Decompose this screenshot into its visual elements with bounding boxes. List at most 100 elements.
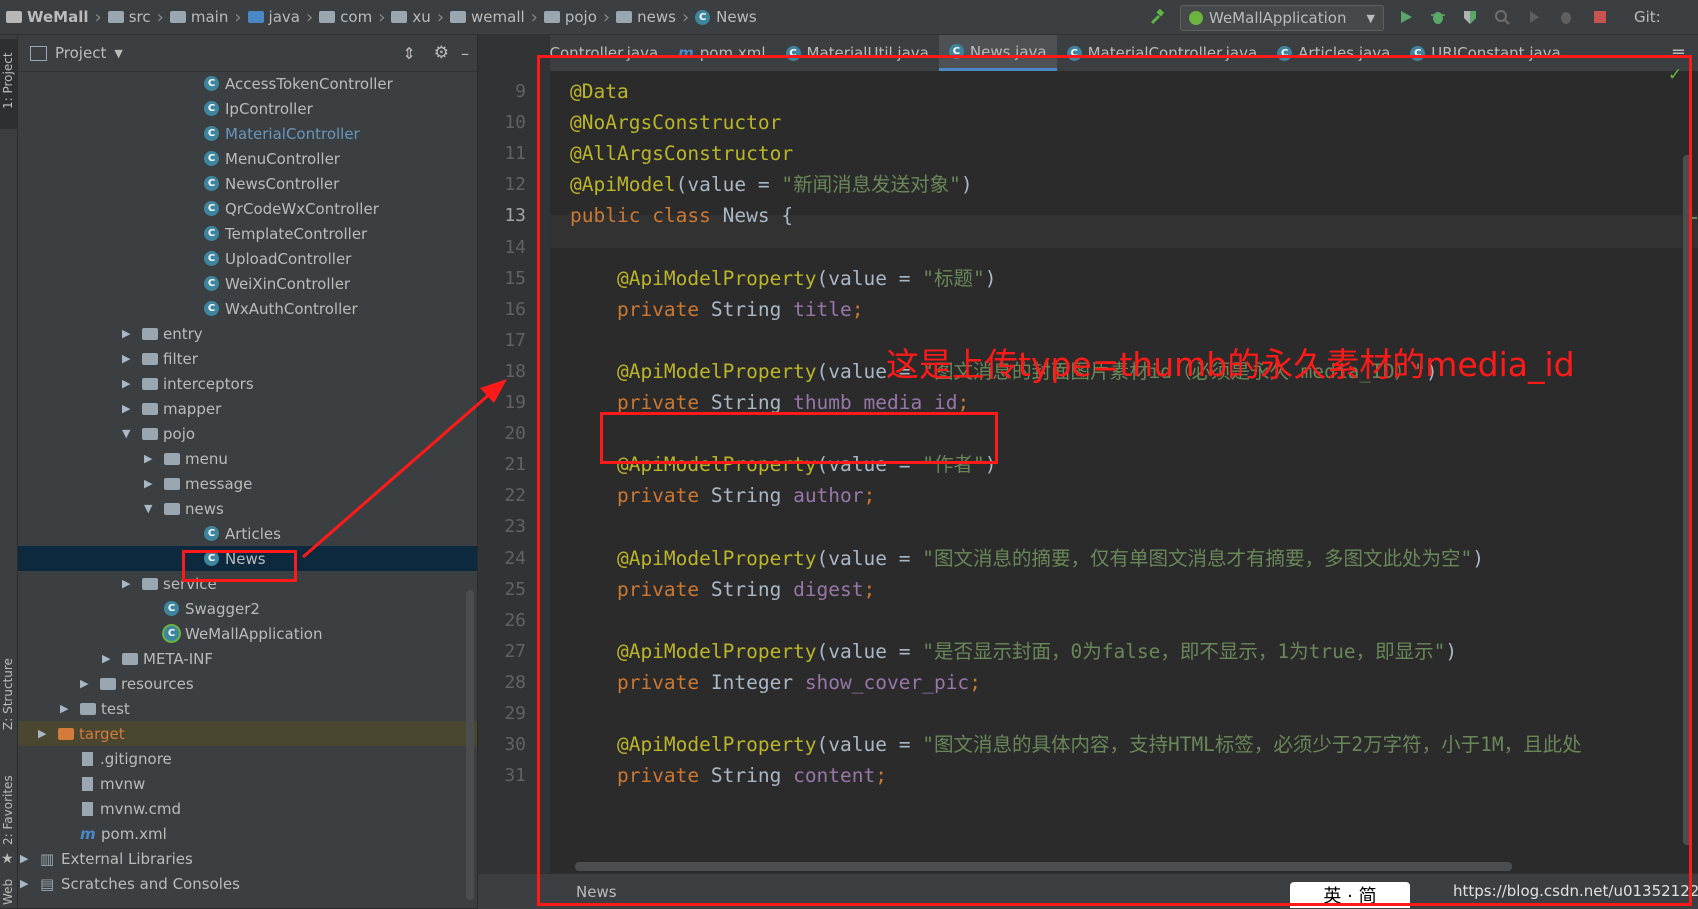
- collapsed-arrow-icon[interactable]: ▶: [38, 727, 58, 740]
- gear-icon[interactable]: ⚙: [434, 43, 449, 63]
- breadcrumb-item[interactable]: news: [637, 8, 676, 26]
- collapsed-arrow-icon[interactable]: ▶: [20, 877, 40, 890]
- tree-item[interactable]: C Articles: [18, 521, 477, 546]
- attach-debugger-icon[interactable]: [1558, 9, 1574, 25]
- tree-item-highlight-box: [182, 550, 297, 582]
- coverage-icon[interactable]: [1462, 9, 1478, 25]
- breadcrumb-item[interactable]: xu: [412, 8, 430, 26]
- project-scrollbar[interactable]: [466, 590, 474, 900]
- tree-item[interactable]: ▶ META-INF: [18, 646, 477, 671]
- project-view-select[interactable]: Project: [55, 44, 106, 62]
- library-icon: ▥: [40, 849, 55, 868]
- tree-item[interactable]: C Swagger2: [18, 596, 477, 621]
- breadcrumb-separator-icon: ›: [681, 6, 690, 28]
- folder-icon: [107, 11, 124, 23]
- collapse-all-icon[interactable]: ⇕: [402, 44, 415, 63]
- collapsed-arrow-icon[interactable]: ▶: [122, 327, 142, 340]
- tree-item[interactable]: ▶ menu: [18, 446, 477, 471]
- collapsed-arrow-icon[interactable]: ▶: [60, 702, 80, 715]
- tree-item[interactable]: ▶ filter: [18, 346, 477, 371]
- hide-panel-icon[interactable]: –: [461, 44, 469, 63]
- tree-item-label: MenuController: [225, 149, 340, 168]
- tree-item[interactable]: C TemplateController: [18, 221, 477, 246]
- run-dashboard-icon[interactable]: [1526, 9, 1542, 25]
- collapsed-arrow-icon[interactable]: ▶: [122, 352, 142, 365]
- profile-icon[interactable]: [1494, 9, 1510, 25]
- web-tool-button[interactable]: Web: [0, 873, 17, 908]
- tree-item[interactable]: m pom.xml: [18, 821, 477, 846]
- breadcrumb-item[interactable]: pojo: [565, 8, 597, 26]
- tree-item-label: MaterialController: [225, 124, 360, 143]
- tree-item[interactable]: ▼ news: [18, 496, 477, 521]
- package-icon: [319, 11, 336, 23]
- tree-item-label: .gitignore: [100, 749, 172, 768]
- tree-item[interactable]: C QrCodeWxController: [18, 196, 477, 221]
- tree-item[interactable]: C WxAuthController: [18, 296, 477, 321]
- tree-item[interactable]: ▶ mapper: [18, 396, 477, 421]
- breadcrumb-item[interactable]: src: [129, 8, 151, 26]
- tree-item[interactable]: ▼ pojo: [18, 421, 477, 446]
- tree-item[interactable]: mvnw.cmd: [18, 796, 477, 821]
- collapsed-arrow-icon[interactable]: ▶: [122, 577, 142, 590]
- folder-icon: [247, 11, 264, 23]
- debug-icon[interactable]: [1430, 9, 1446, 25]
- java-class-icon: C: [204, 526, 219, 541]
- favorites-tool-button[interactable]: 2: Favorites: [0, 760, 17, 850]
- vcs-git-label[interactable]: Git:: [1634, 8, 1661, 26]
- tree-item[interactable]: ▶ target: [18, 721, 477, 746]
- tree-item[interactable]: .gitignore: [18, 746, 477, 771]
- tree-item[interactable]: C IpController: [18, 96, 477, 121]
- collapsed-arrow-icon[interactable]: ▶: [122, 402, 142, 415]
- collapsed-arrow-icon[interactable]: ▶: [144, 477, 164, 490]
- tree-item[interactable]: C UploadController: [18, 246, 477, 271]
- breadcrumb-item[interactable]: main: [191, 8, 228, 26]
- package-icon: [142, 577, 158, 590]
- line-number: 17: [504, 329, 526, 351]
- tree-item[interactable]: ▶ test: [18, 696, 477, 721]
- collapsed-arrow-icon[interactable]: ▶: [144, 452, 164, 465]
- tree-item[interactable]: C MaterialController: [18, 121, 477, 146]
- line-number: 10: [504, 112, 526, 134]
- java-class-icon: C: [204, 76, 219, 91]
- tree-item[interactable]: mvnw: [18, 771, 477, 796]
- tree-item[interactable]: C MenuController: [18, 146, 477, 171]
- tree-item[interactable]: C WeiXinController: [18, 271, 477, 296]
- tree-item[interactable]: ▶ ▤ Scratches and Consoles: [18, 871, 477, 896]
- tree-item[interactable]: ▶ ▥ External Libraries: [18, 846, 477, 871]
- run-configuration-select[interactable]: WeMallApplication ▼: [1180, 5, 1384, 31]
- stop-icon[interactable]: [1592, 9, 1608, 25]
- project-panel: Project ▼ ⇕ ⚙ – C AccessTokenController C I…: [18, 35, 477, 908]
- tree-item-label: NewsController: [225, 174, 340, 193]
- line-number: 30: [504, 734, 526, 756]
- java-class-icon: C: [204, 126, 219, 141]
- structure-tool-button[interactable]: Z: Structure: [0, 640, 17, 735]
- expanded-arrow-icon[interactable]: ▼: [144, 502, 164, 515]
- chevron-down-icon[interactable]: ▼: [114, 47, 122, 60]
- breadcrumb-item[interactable]: java: [269, 8, 300, 26]
- java-class-icon: C: [164, 601, 179, 616]
- collapsed-arrow-icon[interactable]: ▶: [122, 377, 142, 390]
- collapsed-arrow-icon[interactable]: ▶: [80, 677, 100, 690]
- tree-item[interactable]: ▶ entry: [18, 321, 477, 346]
- package-icon: [164, 477, 180, 490]
- tree-item[interactable]: C NewsController: [18, 171, 477, 196]
- tree-item[interactable]: ▶ resources: [18, 671, 477, 696]
- breadcrumb-file[interactable]: News: [716, 8, 757, 26]
- tree-item[interactable]: C AccessTokenController: [18, 71, 477, 96]
- run-icon[interactable]: [1398, 9, 1414, 25]
- tree-item-label: filter: [163, 349, 198, 368]
- build-hammer-icon[interactable]: [1148, 9, 1164, 25]
- breadcrumb-item[interactable]: wemall: [471, 8, 525, 26]
- line-number: 31: [504, 765, 526, 787]
- tree-item[interactable]: ▶ message: [18, 471, 477, 496]
- project-tool-button[interactable]: 1: Project: [0, 39, 17, 129]
- breadcrumb-project[interactable]: WeMall: [27, 8, 89, 26]
- folder-icon: [100, 677, 116, 690]
- breadcrumb-separator-icon: ›: [378, 6, 386, 28]
- collapsed-arrow-icon[interactable]: ▶: [102, 652, 122, 665]
- expanded-arrow-icon[interactable]: ▼: [122, 427, 142, 440]
- breadcrumb-item[interactable]: com: [340, 8, 372, 26]
- tree-item[interactable]: C WeMallApplication: [18, 621, 477, 646]
- collapsed-arrow-icon[interactable]: ▶: [20, 852, 40, 865]
- tree-item[interactable]: ▶ interceptors: [18, 371, 477, 396]
